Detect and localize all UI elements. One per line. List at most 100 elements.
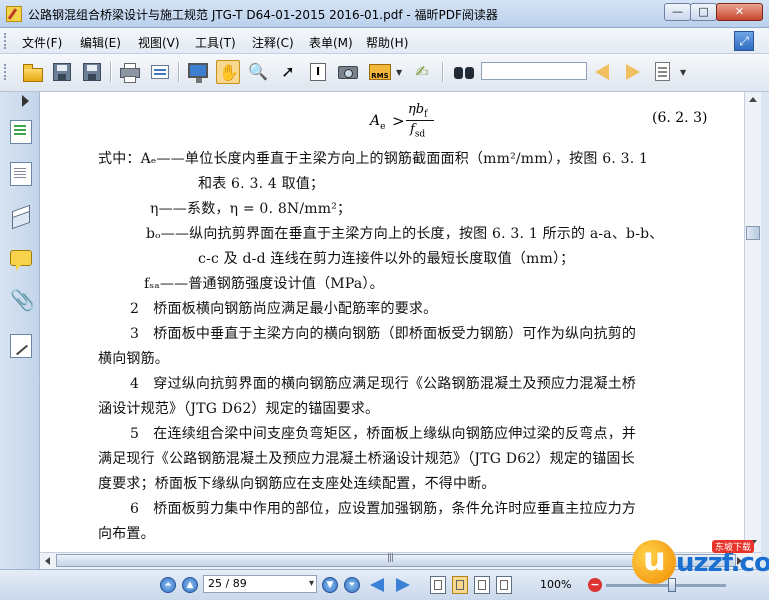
toolbar-separator <box>110 62 112 82</box>
doc-line: 和表 6. 3. 4 取值； <box>198 176 325 192</box>
toolbar: ✋ 🔍 ➚ I RMS ▼ ✍ ▼ <box>0 54 769 92</box>
doc-line: 2 桥面板横向钢筋尚应满足最小配筋率的要求。 <box>130 301 438 317</box>
hand-tool-button[interactable]: ✋ <box>216 60 240 84</box>
previous-result-icon <box>595 64 609 80</box>
find-button[interactable] <box>452 60 476 84</box>
snapshot-camera-icon <box>338 66 358 79</box>
menu-edit[interactable]: 编辑(E) <box>80 34 121 51</box>
text-select-button[interactable]: I <box>306 60 330 84</box>
continuous-facing-view-icon[interactable] <box>496 576 512 594</box>
doc-line: fₛₐ——普通钢筋强度设计值（MPa）。 <box>144 276 384 292</box>
formula-fraction-bar <box>406 120 434 121</box>
select-tool-button[interactable]: ➚ <box>276 60 300 84</box>
zoom-out-icon[interactable]: − <box>588 578 602 592</box>
foxit-app-icon <box>6 6 22 22</box>
save-icon <box>53 63 71 81</box>
rms-button[interactable]: RMS <box>368 60 392 84</box>
doc-line: 满足现行《公路钢筋混凝土及预应力混凝土桥涵设计规范》（JTG D62）规定的锚固… <box>98 451 635 467</box>
first-page-icon[interactable]: ⏶ <box>160 577 176 593</box>
bookmarks-icon[interactable] <box>10 162 32 186</box>
formula-relation: > <box>392 112 405 130</box>
save-as-icon <box>83 63 101 81</box>
previous-page-icon[interactable]: ▲ <box>182 577 198 593</box>
close-button[interactable]: ✕ <box>716 3 763 21</box>
panel-expand-arrow-icon[interactable] <box>22 95 29 107</box>
snapshot-button[interactable] <box>336 60 360 84</box>
menu-tools[interactable]: 工具(T) <box>195 34 236 51</box>
last-page-icon[interactable]: ⏷ <box>344 577 360 593</box>
doc-line: 6 桥面板剪力集中作用的部位，应设置加强钢筋，条件允许时应垂直主拉应力方 <box>130 501 637 517</box>
page-thumbnails-icon[interactable] <box>10 120 32 144</box>
rms-dropdown-arrow-icon[interactable]: ▼ <box>396 68 402 77</box>
find-next-button[interactable] <box>620 60 644 84</box>
doc-line: 涵设计规范》（JTG D62）规定的锚固要求。 <box>98 401 380 417</box>
typewriter-icon <box>655 62 670 81</box>
document-properties-icon <box>151 65 169 79</box>
go-back-icon[interactable] <box>370 578 384 592</box>
navigation-panel: 📎 <box>0 92 40 572</box>
doc-line: 式中：Aₑ——单位长度内垂直于主梁方向上的钢筋截面面积（mm²/mm），按图 6… <box>98 151 649 167</box>
menu-form[interactable]: 表单(M) <box>309 34 353 51</box>
open-button[interactable] <box>20 60 44 84</box>
attachments-icon[interactable]: 📎 <box>10 288 35 312</box>
zoom-tool-icon: 🔍 <box>248 62 268 81</box>
continuous-view-icon[interactable] <box>452 576 468 594</box>
toolbar-separator <box>178 62 180 82</box>
vertical-scroll-thumb[interactable] <box>746 226 760 240</box>
doc-line: 横向钢筋。 <box>98 351 169 367</box>
zoom-tool-button[interactable]: 🔍 <box>246 60 270 84</box>
minimize-button[interactable]: — <box>664 3 691 21</box>
signatures-icon[interactable] <box>10 334 32 358</box>
doc-line: bₒ——纵向抗剪界面在垂直于主梁方向上的长度，按图 6. 3. 1 所示的 a-… <box>146 226 664 242</box>
vertical-scrollbar[interactable] <box>744 92 761 552</box>
layers-icon[interactable] <box>10 204 32 228</box>
print-button[interactable] <box>118 60 142 84</box>
go-forward-icon[interactable] <box>396 578 410 592</box>
window-title: 公路钢混组合桥梁设计与施工规范 JTG-T D64-01-2015 2016-0… <box>28 8 498 22</box>
doc-line: c-c 及 d-d 连线在剪力连接件以外的最短长度取值（mm）； <box>198 251 575 267</box>
doc-line: 5 在连续组合梁中间支座负弯矩区，桥面板上缘纵向钢筋应伸过梁的反弯点，并 <box>130 426 637 442</box>
menu-help[interactable]: 帮助(H) <box>366 34 408 51</box>
typewriter-dropdown-arrow-icon[interactable]: ▼ <box>680 68 686 77</box>
zoom-level: 100% <box>540 578 572 591</box>
formula-numerator: ηbf <box>408 102 428 120</box>
properties-button[interactable] <box>148 60 172 84</box>
single-page-view-icon[interactable] <box>430 576 446 594</box>
menu-view[interactable]: 视图(V) <box>138 34 180 51</box>
menu-grip[interactable] <box>4 33 9 49</box>
maximize-button[interactable]: □ <box>690 3 717 21</box>
search-input[interactable] <box>481 62 587 80</box>
page-number-input[interactable]: 25 / 89 <box>203 575 317 593</box>
fullscreen-icon <box>188 63 208 83</box>
equation-number: (6. 2. 3) <box>652 110 708 126</box>
select-arrow-icon: ➚ <box>281 62 295 81</box>
toolbar-separator <box>442 62 444 82</box>
print-icon <box>120 63 140 83</box>
sign-button[interactable]: ✍ <box>410 60 434 84</box>
toolbar-grip[interactable] <box>4 64 9 80</box>
fullscreen-button[interactable] <box>186 60 210 84</box>
scroll-left-arrow-icon[interactable] <box>45 557 50 565</box>
menu-bar: 文件(F) 编辑(E) 视图(V) 工具(T) 注释(C) 表单(M) 帮助(H… <box>0 28 769 54</box>
restore-layout-icon[interactable]: ⤢ <box>734 31 754 51</box>
comments-icon[interactable] <box>10 250 32 271</box>
scroll-up-arrow-icon[interactable] <box>749 97 757 102</box>
formula-denominator: fsd <box>410 122 426 140</box>
uzzf-watermark-logo: uzzf.com 东坡下载 <box>632 540 769 586</box>
next-page-icon[interactable]: ▼ <box>322 577 338 593</box>
watermark-badge: 东坡下载 <box>712 540 755 553</box>
page-number-value: 25 / 89 <box>208 577 247 590</box>
find-previous-button[interactable] <box>592 60 616 84</box>
uzzf-logo-icon <box>632 540 676 584</box>
title-bar: 公路钢混组合桥梁设计与施工规范 JTG-T D64-01-2015 2016-0… <box>0 0 769 28</box>
doc-line: 3 桥面板中垂直于主梁方向的横向钢筋（即桥面板受力钢筋）可作为纵向抗剪的 <box>130 326 637 342</box>
facing-view-icon[interactable] <box>474 576 490 594</box>
save-as-button[interactable] <box>80 60 104 84</box>
doc-line: 4 穿过纵向抗剪界面的横向钢筋应满足现行《公路钢筋混凝土及预应力混凝土桥 <box>130 376 637 392</box>
menu-file[interactable]: 文件(F) <box>22 34 62 51</box>
save-button[interactable] <box>50 60 74 84</box>
typewriter-button[interactable] <box>652 60 676 84</box>
document-page[interactable]: Ae > ηbf fsd (6. 2. 3) 式中：Aₑ——单位长度内垂直于主梁… <box>40 92 744 552</box>
menu-comment[interactable]: 注释(C) <box>252 34 294 51</box>
next-result-icon <box>626 64 640 80</box>
